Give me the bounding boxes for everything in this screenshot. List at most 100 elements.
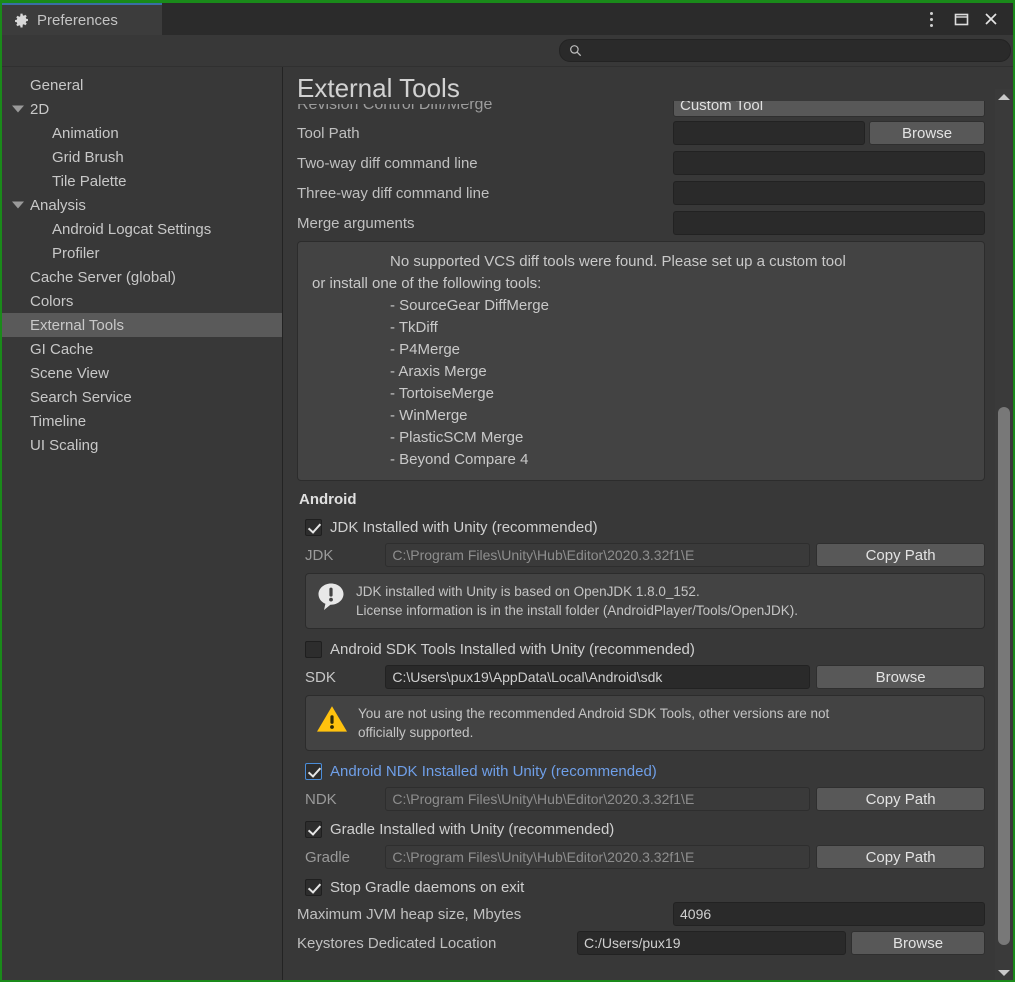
sdk-path-row: SDK C:\Users\pux19\AppData\Local\Android… (297, 664, 985, 690)
chevron-down-icon[interactable] (12, 106, 24, 113)
three-way-diff-label: Three-way diff command line (297, 185, 673, 202)
sidebar-item-label: General (2, 77, 83, 94)
sidebar-item-tile-palette[interactable]: Tile Palette (2, 169, 282, 193)
jdk-copy-path-button[interactable]: Copy Path (816, 543, 985, 567)
three-way-diff-input[interactable] (673, 181, 985, 205)
gradle-checkbox-row[interactable]: Gradle Installed with Unity (recommended… (297, 817, 985, 841)
jdk-checkbox[interactable] (305, 519, 322, 536)
sidebar-item-scene-view[interactable]: Scene View (2, 361, 282, 385)
sidebar-item-gi-cache[interactable]: GI Cache (2, 337, 282, 361)
two-way-diff-label: Two-way diff command line (297, 155, 673, 172)
sidebar-item-label: Scene View (2, 365, 109, 382)
keystores-label: Keystores Dedicated Location (297, 935, 577, 952)
sidebar-item-analysis[interactable]: Analysis (2, 193, 282, 217)
jvm-heap-input[interactable]: 4096 (673, 902, 985, 926)
tab-label: Preferences (37, 12, 118, 29)
jdk-checkbox-label: JDK Installed with Unity (recommended) (330, 519, 598, 536)
tool-path-input[interactable] (673, 121, 865, 145)
sidebar-item-grid-brush[interactable]: Grid Brush (2, 145, 282, 169)
two-way-diff-row: Two-way diff command line (297, 151, 985, 175)
keystores-input[interactable]: C:/Users/pux19 (577, 931, 846, 955)
keystores-row: Keystores Dedicated Location C:/Users/pu… (297, 931, 985, 955)
stop-gradle-checkbox-label: Stop Gradle daemons on exit (330, 879, 524, 896)
tool-path-browse-button[interactable]: Browse (869, 121, 985, 145)
sdk-checkbox-label: Android SDK Tools Installed with Unity (… (330, 641, 695, 658)
jdk-path-input: C:\Program Files\Unity\Hub\Editor\2020.3… (385, 543, 810, 567)
sidebar-item-android-logcat-settings[interactable]: Android Logcat Settings (2, 217, 282, 241)
sidebar-item-external-tools[interactable]: External Tools (2, 313, 282, 337)
search-box[interactable] (559, 39, 1011, 62)
keystores-browse-button[interactable]: Browse (851, 931, 985, 955)
kebab-glyph (930, 10, 933, 28)
android-section-heading: Android (299, 491, 985, 508)
revision-control-dropdown[interactable]: Custom Tool (673, 101, 985, 117)
sidebar-item-label: Cache Server (global) (2, 269, 176, 286)
settings-sidebar[interactable]: General 2D Animation Grid Brush Tile Palette… (2, 67, 283, 980)
ndk-checkbox-row[interactable]: Android NDK Installed with Unity (recomm… (297, 759, 985, 783)
search-icon (569, 44, 582, 57)
gradle-checkbox[interactable] (305, 821, 322, 838)
sidebar-item-label: 2D (2, 101, 49, 118)
tool-path-label: Tool Path (297, 125, 673, 142)
vcs-help-box: No supported VCS diff tools were found. … (297, 241, 985, 481)
sdk-path-label: SDK (305, 669, 379, 686)
page-title: External Tools (297, 73, 468, 104)
vcs-tool-item: - P4Merge (312, 339, 970, 361)
stop-gradle-checkbox-row[interactable]: Stop Gradle daemons on exit (297, 875, 985, 899)
vcs-tool-item: - TkDiff (312, 317, 970, 339)
sidebar-item-general[interactable]: General (2, 73, 282, 97)
sdk-checkbox[interactable] (305, 641, 322, 658)
sidebar-item-label: Search Service (2, 389, 132, 406)
sdk-warning-line2: officially supported. (358, 723, 829, 742)
maximize-icon[interactable] (947, 5, 975, 33)
sidebar-item-label: Animation (2, 125, 119, 142)
merge-arguments-input[interactable] (673, 211, 985, 235)
search-input[interactable] (582, 44, 1010, 58)
sidebar-item-2d[interactable]: 2D (2, 97, 282, 121)
title-bar: Preferences (2, 3, 1013, 35)
kebab-menu-icon[interactable] (917, 5, 945, 33)
merge-arguments-row: Merge arguments (297, 211, 985, 235)
two-way-diff-input[interactable] (673, 151, 985, 175)
tab-preferences[interactable]: Preferences (2, 3, 162, 35)
tool-path-row: Tool Path Browse (297, 121, 985, 145)
chevron-down-icon[interactable] (12, 202, 24, 209)
ndk-path-label: NDK (305, 791, 379, 808)
sidebar-item-label: Colors (2, 293, 73, 310)
sidebar-item-label: GI Cache (2, 341, 93, 358)
sidebar-item-label: Tile Palette (2, 173, 126, 190)
main-panel: External Tools Revision Control Diff/Mer… (283, 67, 1013, 980)
ndk-checkbox[interactable] (305, 763, 322, 780)
sidebar-item-profiler[interactable]: Profiler (2, 241, 282, 265)
gradle-path-label: Gradle (305, 849, 379, 866)
sidebar-item-cache-server-global[interactable]: Cache Server (global) (2, 265, 282, 289)
vcs-tool-item: - Araxis Merge (312, 361, 970, 383)
scroll-down-arrow-icon[interactable] (995, 965, 1012, 980)
ndk-copy-path-button[interactable]: Copy Path (816, 787, 985, 811)
stop-gradle-checkbox[interactable] (305, 879, 322, 896)
sidebar-item-colors[interactable]: Colors (2, 289, 282, 313)
merge-arguments-label: Merge arguments (297, 215, 673, 232)
sdk-warning-text: You are not using the recommended Androi… (358, 704, 829, 742)
close-icon[interactable] (977, 5, 1005, 33)
titlebar-spacer (162, 3, 917, 35)
vcs-tool-item: - Beyond Compare 4 (312, 449, 970, 471)
sdk-checkbox-row[interactable]: Android SDK Tools Installed with Unity (… (297, 637, 985, 661)
sidebar-item-ui-scaling[interactable]: UI Scaling (2, 433, 282, 457)
scroll-up-arrow-icon[interactable] (995, 89, 1012, 104)
sidebar-item-search-service[interactable]: Search Service (2, 385, 282, 409)
vertical-scrollbar[interactable] (995, 89, 1012, 980)
vcs-tool-item: - TortoiseMerge (312, 383, 970, 405)
sdk-path-input[interactable]: C:\Users\pux19\AppData\Local\Android\sdk (385, 665, 810, 689)
scroll-thumb[interactable] (998, 407, 1010, 945)
gradle-checkbox-label: Gradle Installed with Unity (recommended… (330, 821, 614, 838)
three-way-diff-row: Three-way diff command line (297, 181, 985, 205)
jdk-checkbox-row[interactable]: JDK Installed with Unity (recommended) (297, 515, 985, 539)
sidebar-item-animation[interactable]: Animation (2, 121, 282, 145)
settings-scroll-area[interactable]: Revision Control Diff/Merge Custom Tool … (283, 67, 993, 980)
ndk-checkbox-label: Android NDK Installed with Unity (recomm… (330, 763, 657, 780)
sdk-browse-button[interactable]: Browse (816, 665, 985, 689)
jdk-path-row: JDK C:\Program Files\Unity\Hub\Editor\20… (297, 542, 985, 568)
sidebar-item-timeline[interactable]: Timeline (2, 409, 282, 433)
gradle-copy-path-button[interactable]: Copy Path (816, 845, 985, 869)
